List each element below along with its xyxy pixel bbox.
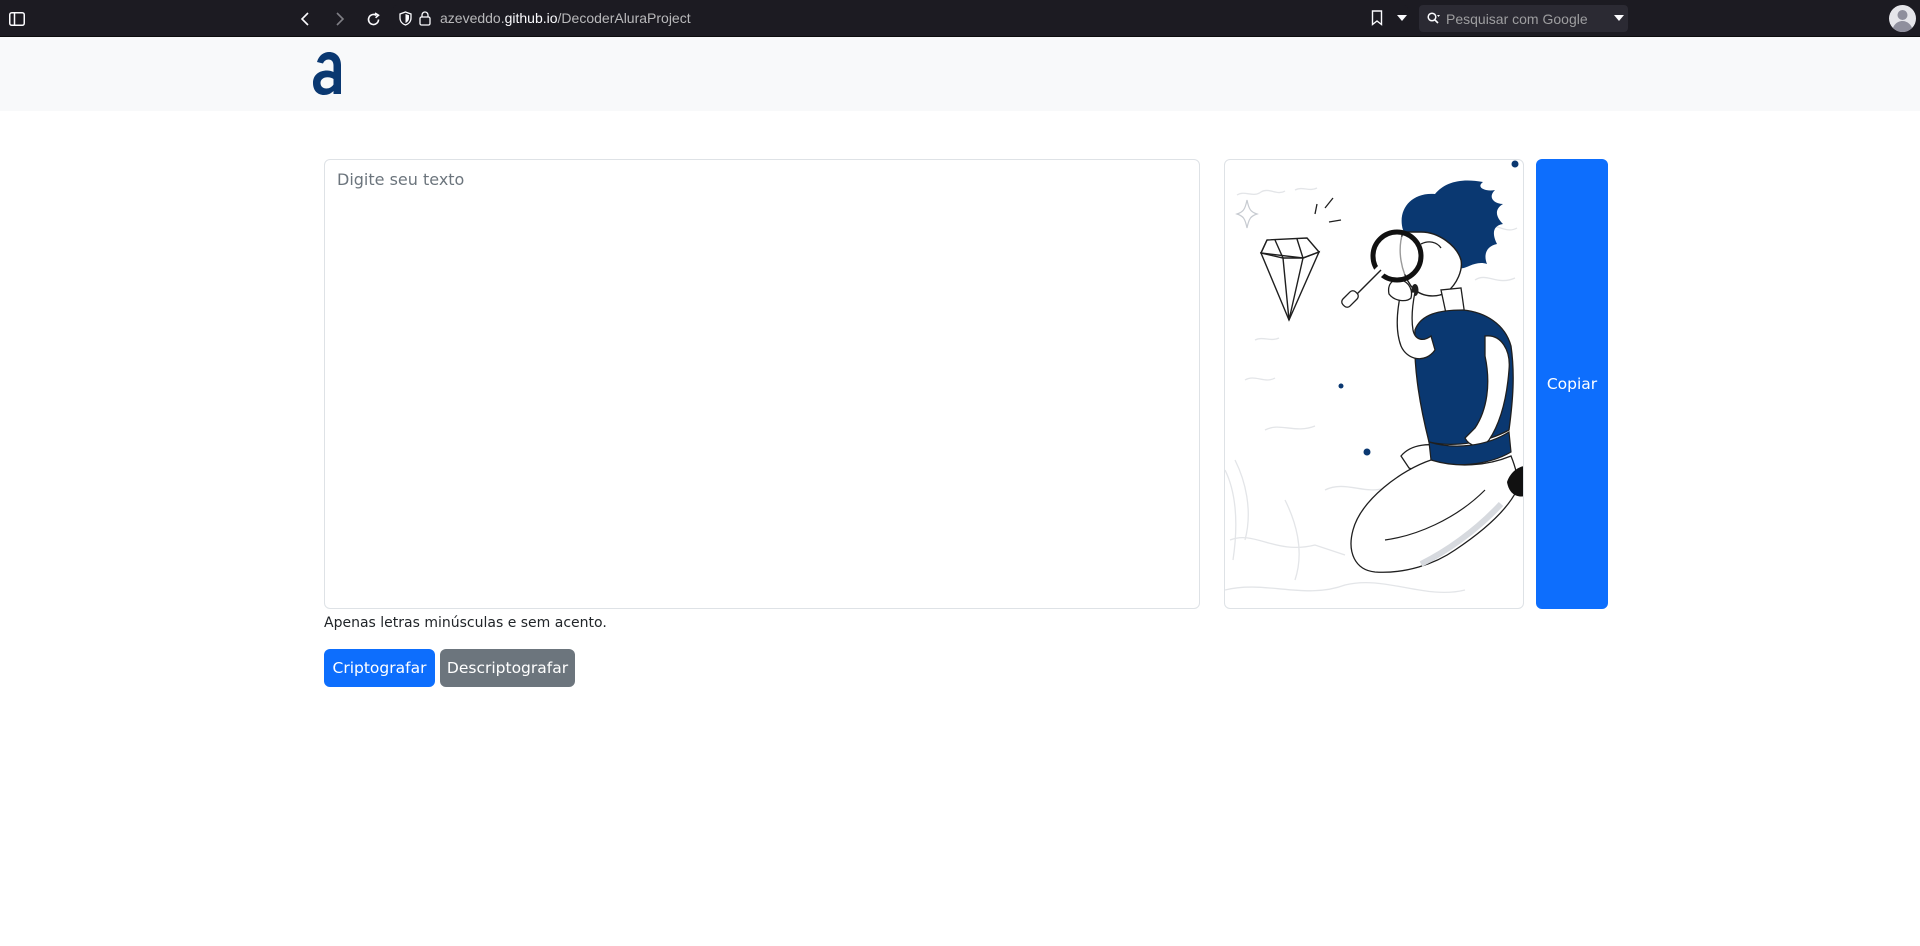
lock-icon[interactable]	[419, 11, 431, 26]
navbar	[0, 37, 1920, 111]
search-bar[interactable]: Pesquisar com Google	[1419, 5, 1628, 32]
bookmark-icon[interactable]	[1371, 10, 1383, 26]
chevron-down-icon[interactable]	[1397, 15, 1407, 21]
forward-icon[interactable]	[327, 6, 353, 32]
decrypt-button[interactable]: Descriptografar	[440, 649, 575, 687]
account-avatar-icon[interactable]	[1889, 5, 1916, 32]
alura-logo-icon[interactable]	[310, 48, 346, 98]
url-domain-prefix: azeveddo.	[440, 10, 505, 26]
copy-button[interactable]: Copiar	[1536, 159, 1608, 609]
tracking-protection-icon[interactable]	[399, 11, 412, 26]
illustration-panel	[1224, 159, 1524, 609]
encrypt-button[interactable]: Criptografar	[324, 649, 435, 687]
back-icon[interactable]	[292, 6, 318, 32]
sidebar-toggle-icon[interactable]	[4, 6, 30, 32]
message-textarea[interactable]	[324, 159, 1200, 609]
url-path: /DecoderAluraProject	[557, 10, 691, 26]
url-text[interactable]: azeveddo.github.io/DecoderAluraProject	[440, 10, 691, 26]
url-domain: github.io	[504, 10, 558, 26]
browser-toolbar: azeveddo.github.io/DecoderAluraProject P…	[0, 0, 1920, 37]
search-placeholder: Pesquisar com Google	[1446, 11, 1588, 27]
input-hint: Apenas letras minúsculas e sem acento.	[324, 615, 607, 631]
person-magnifying-glass-illustration	[1225, 160, 1523, 594]
reload-icon[interactable]	[360, 6, 386, 32]
search-engine-dropdown-icon[interactable]	[1614, 15, 1624, 21]
address-bar[interactable]: azeveddo.github.io/DecoderAluraProject	[393, 5, 1408, 32]
search-icon	[1427, 12, 1442, 25]
